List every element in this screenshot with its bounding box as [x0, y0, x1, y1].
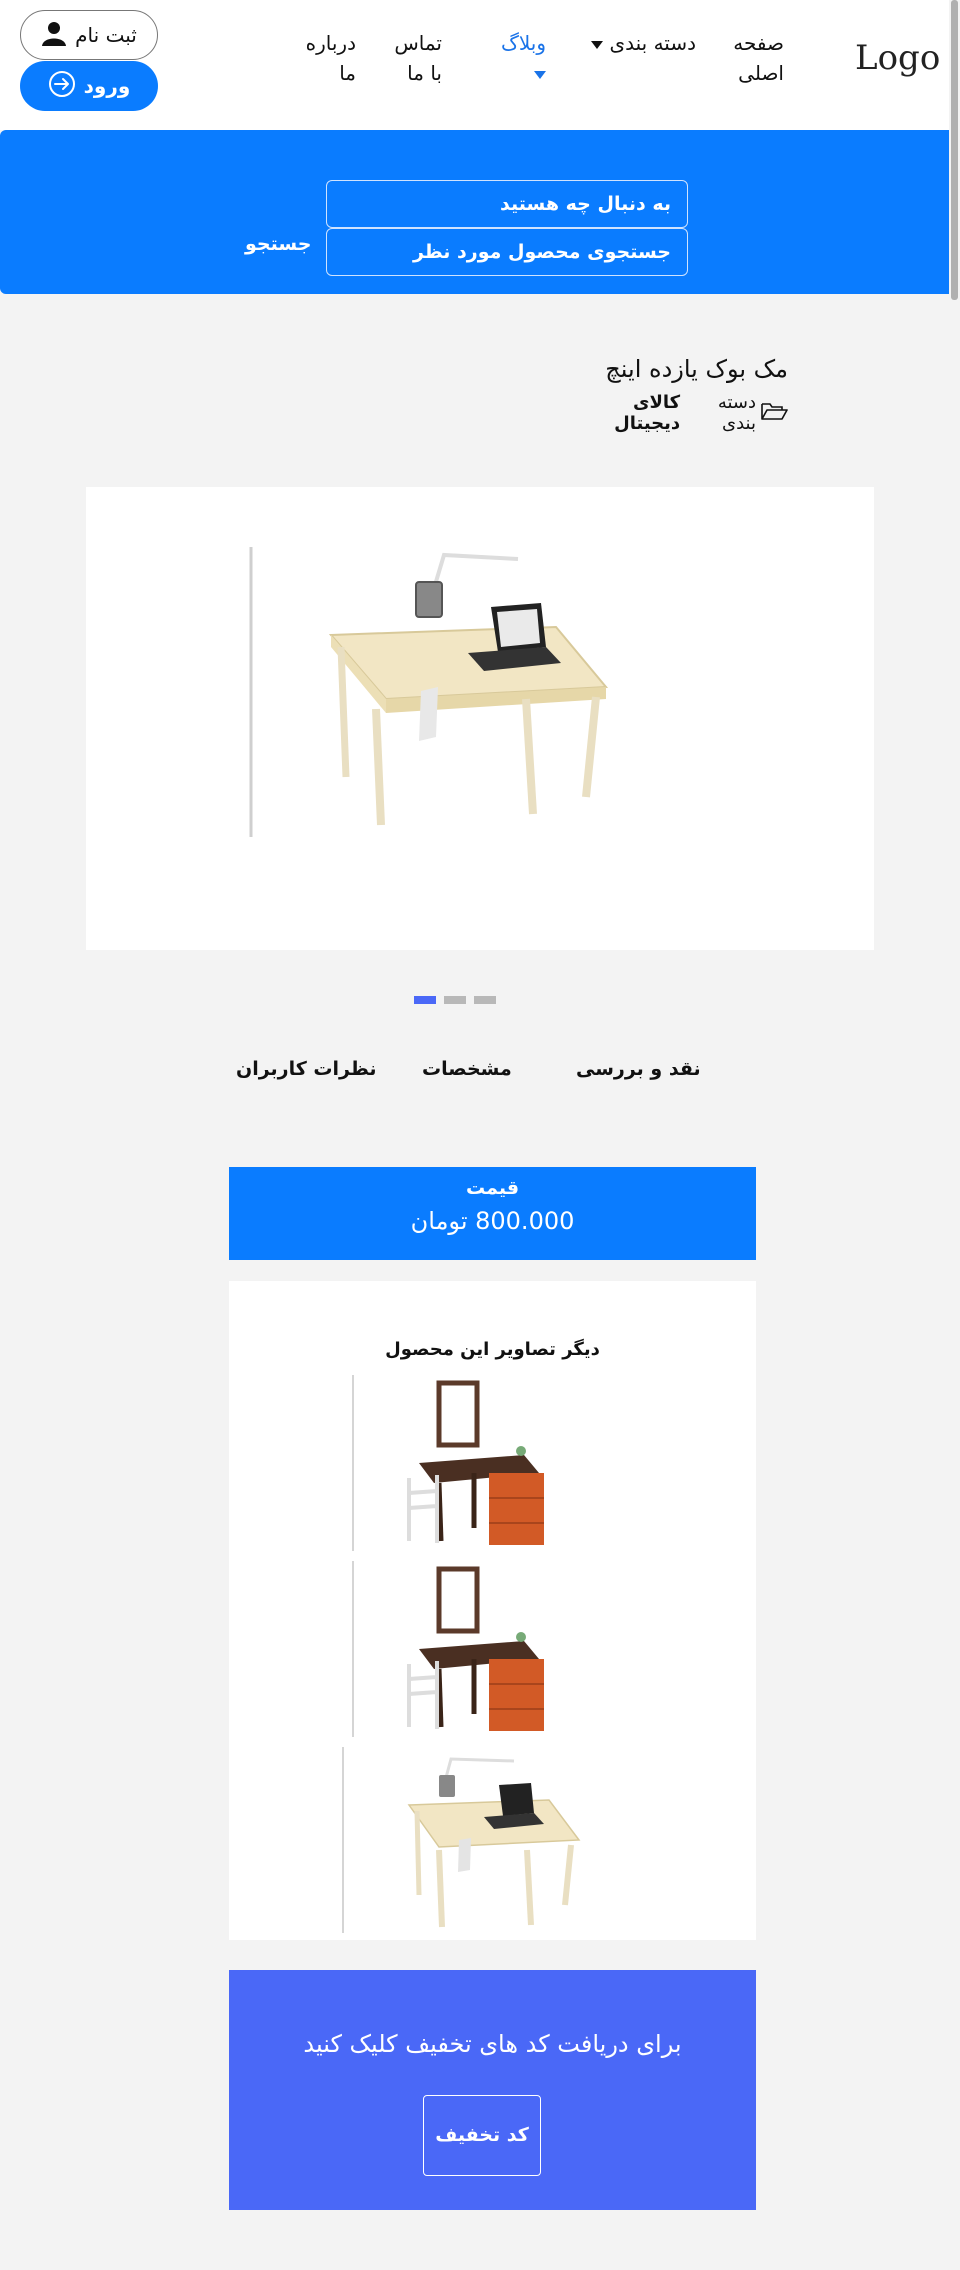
- nav-item-blog[interactable]: وبلاگ: [484, 28, 546, 88]
- gallery-image-1[interactable]: [349, 1373, 609, 1555]
- product-gallery: دیگر تصاویر این محصول: [229, 1281, 756, 1940]
- product-main-image[interactable]: [86, 487, 874, 950]
- nav-item-about-line1: درباره: [305, 31, 356, 55]
- search-query-input[interactable]: به دنبال چه هستید: [326, 180, 688, 228]
- scrollbar-thumb[interactable]: [951, 0, 958, 300]
- login-arrow-icon: [48, 70, 76, 103]
- search-product-input[interactable]: جستجوی محصول مورد نظر: [326, 228, 688, 276]
- user-icon: [41, 20, 67, 51]
- tab-comments[interactable]: نظرات کاربران: [236, 1058, 377, 1080]
- price-value: 800.000 تومان: [410, 1207, 575, 1235]
- nav-item-about-line2: ما: [339, 61, 356, 85]
- caret-down-icon: [591, 40, 604, 49]
- logo[interactable]: Logo: [855, 38, 940, 78]
- nav-item-contact-line2: با ما: [407, 61, 442, 85]
- nav-item-category[interactable]: دسته بندی: [586, 28, 696, 58]
- carousel-dot-1[interactable]: [414, 996, 436, 1004]
- category-prefix: دسته بندی: [717, 392, 756, 434]
- site-header: Logo صفحه اصلی دسته بندی وبلاگ تماس با م…: [0, 0, 960, 130]
- product-title: مک بوک یازده اینچ: [605, 355, 788, 383]
- nav-item-about[interactable]: درباره ما: [300, 28, 356, 88]
- price-label: قیمت: [465, 1177, 520, 1199]
- caret-down-icon: [534, 70, 546, 79]
- scrollbar-track[interactable]: [949, 0, 960, 2270]
- gallery-title: دیگر تصاویر این محصول: [385, 1339, 600, 1360]
- login-button-label: ورود: [83, 74, 131, 98]
- tab-review[interactable]: نقد و بررسی: [576, 1058, 701, 1080]
- login-button[interactable]: ورود: [20, 61, 158, 111]
- discount-code-button[interactable]: کد تخفیف: [423, 2095, 541, 2176]
- register-button[interactable]: ثبت نام: [20, 10, 158, 60]
- nav-item-contact-line1: تماس: [394, 31, 442, 55]
- nav-item-home-line1: صفحه: [733, 31, 784, 55]
- nav-item-home[interactable]: صفحه اصلی: [733, 28, 784, 88]
- carousel-dot-2[interactable]: [444, 996, 466, 1004]
- category-value[interactable]: کالای دیجیتال: [570, 392, 680, 434]
- folder-open-icon: [760, 401, 788, 426]
- carousel-dot-3[interactable]: [474, 996, 496, 1004]
- nav-item-contact[interactable]: تماس با ما: [390, 28, 442, 88]
- price-box: قیمت 800.000 تومان: [229, 1167, 756, 1260]
- search-button[interactable]: جستجو: [245, 233, 311, 255]
- nav-item-home-line2: اصلی: [738, 61, 784, 85]
- discount-promo: برای دریافت کد های تخفیف کلیک کنید کد تخ…: [229, 1970, 756, 2210]
- product-category: دسته بندی کالای دیجیتال: [570, 392, 788, 434]
- register-button-label: ثبت نام: [75, 23, 137, 47]
- tab-specs[interactable]: مشخصات: [422, 1058, 512, 1080]
- nav-item-blog-label: وبلاگ: [500, 31, 546, 55]
- nav-item-category-label: دسته بندی: [609, 31, 696, 55]
- gallery-image-2[interactable]: [349, 1559, 609, 1741]
- gallery-image-3[interactable]: [339, 1745, 609, 1937]
- promo-text: برای دریافت کد های تخفیف کلیک کنید: [303, 2030, 682, 2058]
